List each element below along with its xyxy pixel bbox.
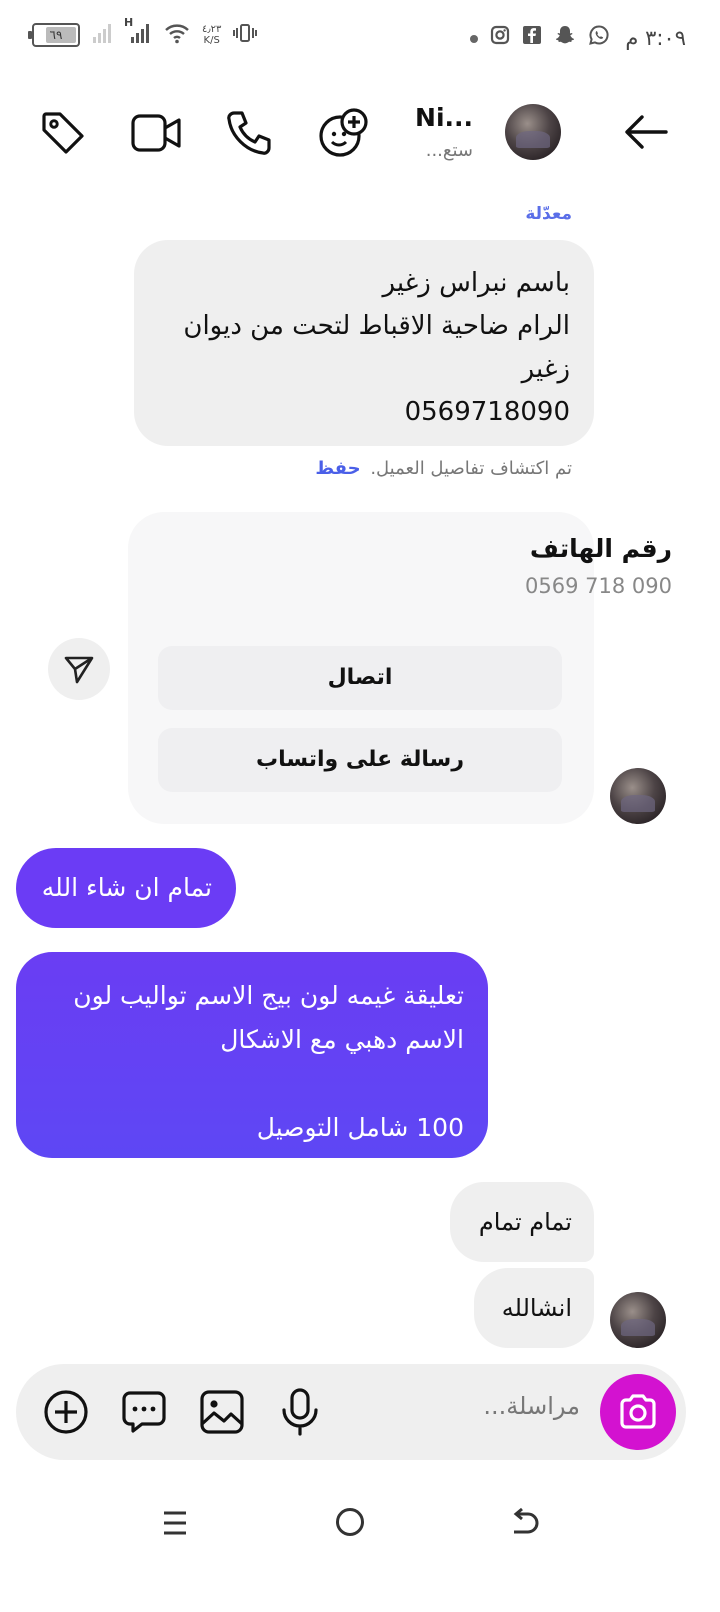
- back-arrow-icon[interactable]: [622, 112, 670, 156]
- dot-icon: [470, 28, 478, 47]
- instagram-icon: [490, 25, 510, 49]
- phone-icon[interactable]: [224, 108, 274, 162]
- message-input[interactable]: مراسلة...: [483, 1392, 580, 1420]
- whatsapp-message-button[interactable]: رسالة على واتساب: [158, 728, 562, 792]
- card-title: رقم الهاتف: [529, 534, 672, 563]
- add-people-icon[interactable]: [316, 106, 370, 164]
- contact-name[interactable]: Ni...: [415, 103, 473, 132]
- customer-details-notice: تم اكتشاف تفاصيل العميل. حفظ: [315, 458, 572, 479]
- status-time: ٣:٠٩ م: [625, 26, 686, 50]
- card-phone-number[interactable]: 0569 718 090: [525, 574, 672, 598]
- edited-label: معدّلة: [525, 204, 572, 224]
- message-text: تعليقة غيمه لون بيج الاسم تواليب لون الا…: [73, 981, 464, 1142]
- wifi-icon: [164, 22, 190, 48]
- system-icons: ٦٩ H ٤٫٢٣ K/S: [28, 16, 258, 48]
- microphone-icon[interactable]: [278, 1386, 322, 1442]
- chat-header: [0, 90, 720, 190]
- camera-icon: [618, 1394, 658, 1434]
- contact-avatar-small: [610, 768, 666, 824]
- contact-avatar-small: [610, 1292, 666, 1348]
- system-navigation-bar: [0, 1480, 720, 1612]
- camera-button[interactable]: [600, 1374, 676, 1450]
- back-nav-icon[interactable]: [508, 1506, 542, 1544]
- message-text: تمام تمام: [478, 1208, 572, 1236]
- share-button[interactable]: [48, 638, 110, 700]
- snapchat-icon: [554, 24, 576, 50]
- battery-icon: ٦٩: [28, 23, 80, 47]
- status-bar: ٣:٠٩ م ٦٩ H ٤٫٢٣ K/S: [0, 0, 720, 80]
- message-text: باسم نبراس زغير الرام ضاحية الاقباط لتحت…: [183, 268, 570, 427]
- quick-reply-icon[interactable]: [120, 1388, 168, 1440]
- send-icon: [63, 654, 95, 688]
- whatsapp-icon: [588, 24, 610, 50]
- message-bubble-incoming[interactable]: تمام ان شاء الله: [16, 848, 236, 928]
- save-link[interactable]: حفظ: [315, 458, 360, 479]
- gallery-icon[interactable]: [198, 1388, 246, 1440]
- facebook-icon: [522, 25, 542, 49]
- signal-icon: H: [124, 16, 152, 48]
- message-text: تمام ان شاء الله: [41, 873, 212, 902]
- message-bubble-incoming[interactable]: تعليقة غيمه لون بيج الاسم تواليب لون الا…: [16, 952, 488, 1158]
- tag-icon[interactable]: [40, 110, 86, 160]
- recent-apps-icon[interactable]: [160, 1508, 190, 1542]
- message-bubble-outgoing[interactable]: باسم نبراس زغير الرام ضاحية الاقباط لتحت…: [134, 240, 594, 446]
- net-speed: ٤٫٢٣ K/S: [202, 24, 222, 46]
- signal-icon: [92, 22, 114, 48]
- contact-subtitle: ستع...: [425, 140, 473, 161]
- notification-icons: [470, 24, 610, 50]
- home-icon[interactable]: [334, 1506, 366, 1542]
- message-text: انشالله: [501, 1294, 572, 1322]
- message-bubble-outgoing[interactable]: تمام تمام: [450, 1182, 594, 1262]
- vibrate-icon: [233, 22, 258, 48]
- add-icon[interactable]: [42, 1388, 90, 1440]
- call-button[interactable]: اتصال: [158, 646, 562, 710]
- video-call-icon[interactable]: [130, 110, 182, 160]
- message-composer: [16, 1364, 686, 1460]
- message-bubble-outgoing[interactable]: انشالله: [474, 1268, 594, 1348]
- contact-avatar[interactable]: [505, 104, 561, 160]
